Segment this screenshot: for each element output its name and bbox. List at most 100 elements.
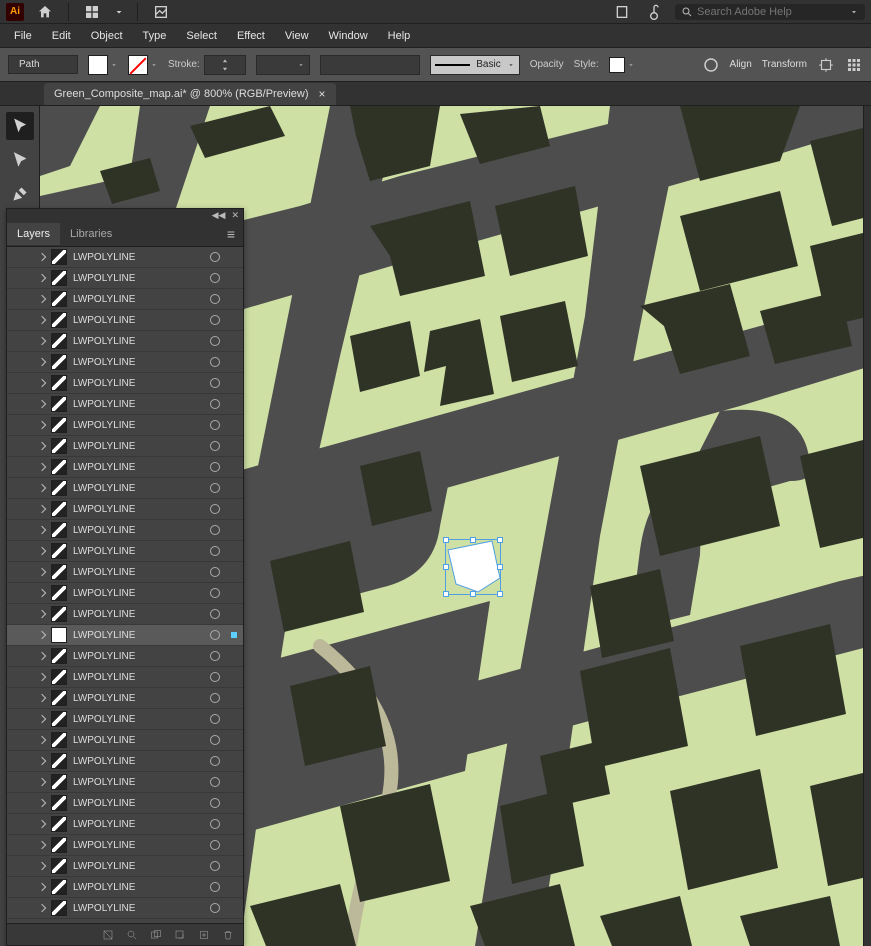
layer-name[interactable]: LWPOLYLINE bbox=[73, 903, 199, 914]
layer-name[interactable]: LWPOLYLINE bbox=[73, 483, 199, 494]
expand-arrow-icon[interactable] bbox=[38, 253, 46, 261]
layer-row[interactable]: LWPOLYLINE bbox=[7, 583, 243, 604]
target-icon[interactable] bbox=[205, 420, 225, 430]
target-icon[interactable] bbox=[205, 294, 225, 304]
expand-arrow-icon[interactable] bbox=[38, 274, 46, 282]
stroke-weight-field[interactable] bbox=[204, 55, 246, 75]
search-box[interactable] bbox=[675, 4, 865, 20]
layer-name[interactable]: LWPOLYLINE bbox=[73, 735, 199, 746]
layer-name[interactable]: LWPOLYLINE bbox=[73, 336, 199, 347]
target-icon[interactable] bbox=[205, 462, 225, 472]
clipping-mask-icon[interactable] bbox=[101, 928, 115, 942]
tab-layers[interactable]: Layers bbox=[7, 223, 60, 245]
layer-row[interactable]: LWPOLYLINE bbox=[7, 730, 243, 751]
layer-row[interactable]: LWPOLYLINE bbox=[7, 373, 243, 394]
stroke-swatch[interactable] bbox=[128, 55, 148, 75]
new-layer-icon[interactable] bbox=[197, 928, 211, 942]
opacity-label[interactable]: Opacity bbox=[530, 59, 564, 70]
layer-name[interactable]: LWPOLYLINE bbox=[73, 441, 199, 452]
expand-arrow-icon[interactable] bbox=[38, 358, 46, 366]
menu-file[interactable]: File bbox=[6, 27, 40, 45]
layer-row[interactable]: LWPOLYLINE bbox=[7, 814, 243, 835]
selection-bounding-box[interactable] bbox=[445, 539, 501, 595]
layer-name[interactable]: LWPOLYLINE bbox=[73, 525, 199, 536]
layer-row[interactable]: LWPOLYLINE bbox=[7, 499, 243, 520]
learn-icon[interactable] bbox=[643, 1, 665, 23]
layer-name[interactable]: LWPOLYLINE bbox=[73, 756, 199, 767]
layer-row[interactable]: LWPOLYLINE bbox=[7, 331, 243, 352]
menu-view[interactable]: View bbox=[277, 27, 317, 45]
target-icon[interactable] bbox=[205, 441, 225, 451]
target-icon[interactable] bbox=[205, 840, 225, 850]
expand-arrow-icon[interactable] bbox=[38, 505, 46, 513]
more-options-icon[interactable] bbox=[845, 56, 863, 74]
layer-name[interactable]: LWPOLYLINE bbox=[73, 651, 199, 662]
layer-row[interactable]: LWPOLYLINE bbox=[7, 520, 243, 541]
expand-arrow-icon[interactable] bbox=[38, 442, 46, 450]
target-icon[interactable] bbox=[205, 273, 225, 283]
layer-row[interactable]: LWPOLYLINE bbox=[7, 268, 243, 289]
layer-name[interactable]: LWPOLYLINE bbox=[73, 630, 199, 641]
expand-arrow-icon[interactable] bbox=[38, 547, 46, 555]
expand-arrow-icon[interactable] bbox=[38, 421, 46, 429]
layer-row[interactable]: LWPOLYLINE bbox=[7, 247, 243, 268]
expand-arrow-icon[interactable] bbox=[38, 526, 46, 534]
stroke-profile-dropdown[interactable]: Basic bbox=[430, 55, 520, 75]
target-icon[interactable] bbox=[205, 714, 225, 724]
target-icon[interactable] bbox=[205, 819, 225, 829]
recolor-artwork-icon[interactable] bbox=[702, 56, 720, 74]
layer-row[interactable]: LWPOLYLINE bbox=[7, 898, 243, 919]
target-icon[interactable] bbox=[205, 672, 225, 682]
close-tab-icon[interactable]: × bbox=[319, 87, 326, 101]
layer-name[interactable]: LWPOLYLINE bbox=[73, 588, 199, 599]
panel-header[interactable]: ◀◀ ✕ bbox=[7, 209, 243, 221]
panel-menu-icon[interactable]: ≡ bbox=[219, 226, 243, 242]
target-icon[interactable] bbox=[205, 315, 225, 325]
expand-arrow-icon[interactable] bbox=[38, 463, 46, 471]
graphic-style-swatch[interactable] bbox=[609, 57, 625, 73]
gpu-preview-icon[interactable] bbox=[150, 1, 172, 23]
target-icon[interactable] bbox=[205, 336, 225, 346]
expand-arrow-icon[interactable] bbox=[38, 715, 46, 723]
target-icon[interactable] bbox=[205, 504, 225, 514]
layer-list[interactable]: LWPOLYLINELWPOLYLINELWPOLYLINELWPOLYLINE… bbox=[7, 247, 243, 923]
expand-arrow-icon[interactable] bbox=[38, 694, 46, 702]
layer-row[interactable]: LWPOLYLINE bbox=[7, 352, 243, 373]
pen-tool[interactable] bbox=[6, 180, 34, 208]
layer-row[interactable]: LWPOLYLINE bbox=[7, 478, 243, 499]
arrange-documents-icon[interactable] bbox=[81, 1, 103, 23]
layer-name[interactable]: LWPOLYLINE bbox=[73, 273, 199, 284]
expand-arrow-icon[interactable] bbox=[38, 484, 46, 492]
expand-arrow-icon[interactable] bbox=[38, 862, 46, 870]
layer-row[interactable]: LWPOLYLINE bbox=[7, 646, 243, 667]
target-icon[interactable] bbox=[205, 861, 225, 871]
layer-name[interactable]: LWPOLYLINE bbox=[73, 609, 199, 620]
expand-arrow-icon[interactable] bbox=[38, 799, 46, 807]
target-icon[interactable] bbox=[205, 483, 225, 493]
transform-panel-button[interactable]: Transform bbox=[762, 59, 807, 70]
expand-arrow-icon[interactable] bbox=[38, 589, 46, 597]
close-panel-icon[interactable]: ✕ bbox=[231, 210, 239, 221]
selection-type-display[interactable]: Path bbox=[8, 55, 78, 74]
layer-row[interactable]: LWPOLYLINE bbox=[7, 457, 243, 478]
menu-select[interactable]: Select bbox=[178, 27, 225, 45]
chevron-down-icon[interactable] bbox=[113, 1, 125, 23]
menu-effect[interactable]: Effect bbox=[229, 27, 273, 45]
target-icon[interactable] bbox=[205, 357, 225, 367]
target-icon[interactable] bbox=[205, 378, 225, 388]
layer-name[interactable]: LWPOLYLINE bbox=[73, 882, 199, 893]
layer-name[interactable]: LWPOLYLINE bbox=[73, 672, 199, 683]
layer-name[interactable]: LWPOLYLINE bbox=[73, 504, 199, 515]
layer-name[interactable]: LWPOLYLINE bbox=[73, 714, 199, 725]
layer-row[interactable]: LWPOLYLINE bbox=[7, 772, 243, 793]
expand-arrow-icon[interactable] bbox=[38, 568, 46, 576]
new-sublayer-icon[interactable] bbox=[173, 928, 187, 942]
chevron-down-icon[interactable] bbox=[849, 7, 859, 17]
direct-selection-tool[interactable] bbox=[6, 146, 34, 174]
document-tab[interactable]: Green_Composite_map.ai* @ 800% (RGB/Prev… bbox=[44, 83, 336, 105]
layer-name[interactable]: LWPOLYLINE bbox=[73, 462, 199, 473]
layer-row[interactable]: LWPOLYLINE bbox=[7, 310, 243, 331]
layer-name[interactable]: LWPOLYLINE bbox=[73, 399, 199, 410]
layer-row[interactable]: LWPOLYLINE bbox=[7, 688, 243, 709]
layer-row[interactable]: LWPOLYLINE bbox=[7, 541, 243, 562]
